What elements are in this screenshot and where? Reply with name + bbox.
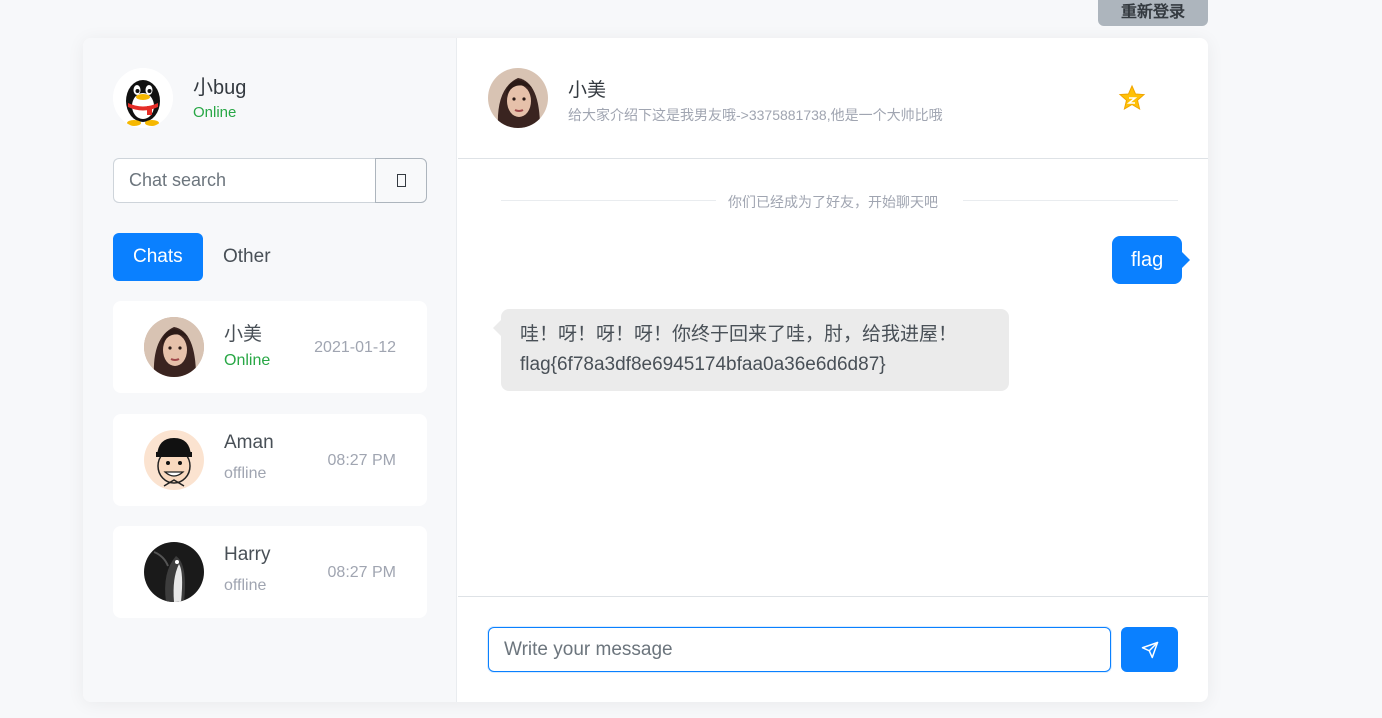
contact-avatar[interactable] [488, 68, 548, 128]
star-icon[interactable] [1118, 84, 1146, 112]
chat-name: Harry [224, 544, 271, 565]
chat-status: offline [224, 577, 267, 594]
girl-avatar-icon [144, 317, 204, 377]
chat-status: offline [224, 465, 267, 482]
chat-header: 小美 给大家介绍下这是我男友哦->3375881738,他是一个大帅比哦 [458, 38, 1208, 159]
outgoing-message: flag [1112, 236, 1191, 284]
chat-status: Online [224, 352, 271, 369]
search-input[interactable] [113, 158, 376, 203]
contact-subtitle: 给大家介绍下这是我男友哦->3375881738,他是一个大帅比哦 [568, 107, 943, 123]
chat-list-item[interactable]: Aman offline 08:27 PM [113, 414, 427, 506]
chat-list-item[interactable]: Harry offline 08:27 PM [113, 526, 427, 618]
chat-name: 小美 [224, 324, 263, 345]
profile-avatar[interactable] [113, 68, 173, 128]
send-icon [1141, 641, 1158, 658]
chat-time: 08:27 PM [327, 564, 396, 581]
qq-penguin-icon [113, 68, 173, 128]
incoming-message-line: flag{6f78a3df8e6945174bfaa0a36e6d6d87} [520, 354, 886, 375]
system-message: 你们已经成为了好友，开始聊天吧 [458, 192, 1208, 212]
search-button[interactable] [375, 158, 427, 203]
tab-other[interactable]: Other [203, 233, 291, 281]
profile-status: Online [193, 104, 237, 121]
chat-search [113, 158, 427, 203]
incoming-message-line: 哇！呀！呀！呀！你终于回来了哇，肘，给我进屋！ [520, 324, 958, 345]
profile-name: 小bug [193, 77, 247, 99]
message-input[interactable] [488, 627, 1111, 672]
chat-composer [458, 596, 1208, 702]
square-glyph-icon [396, 174, 406, 187]
chat-time: 2021-01-12 [314, 339, 396, 356]
penguin-photo-avatar-icon [144, 542, 204, 602]
girl-avatar-icon [488, 68, 548, 128]
chat-app: 小bug Online Chats Other [83, 38, 1208, 702]
sidebar: 小bug Online Chats Other [83, 38, 457, 702]
chat-name: Aman [224, 432, 274, 453]
cartoon-boy-avatar-icon [144, 430, 204, 490]
chat-main: 小美 给大家介绍下这是我男友哦->3375881738,他是一个大帅比哦 你们已… [458, 38, 1208, 702]
chat-list-item[interactable]: 小美 Online 2021-01-12 [113, 301, 427, 393]
contact-name: 小美 [568, 80, 607, 101]
incoming-message: 哇！呀！呀！呀！你终于回来了哇，肘，给我进屋！ flag{6f78a3df8e6… [493, 309, 1009, 391]
send-button[interactable] [1121, 627, 1178, 672]
relogin-button[interactable]: 重新登录 [1098, 0, 1208, 26]
chat-body: 你们已经成为了好友，开始聊天吧 flag 哇！呀！呀！呀！你终于回来了哇，肘，给… [458, 160, 1208, 596]
chat-time: 08:27 PM [327, 452, 396, 469]
tab-chats[interactable]: Chats [113, 233, 203, 281]
